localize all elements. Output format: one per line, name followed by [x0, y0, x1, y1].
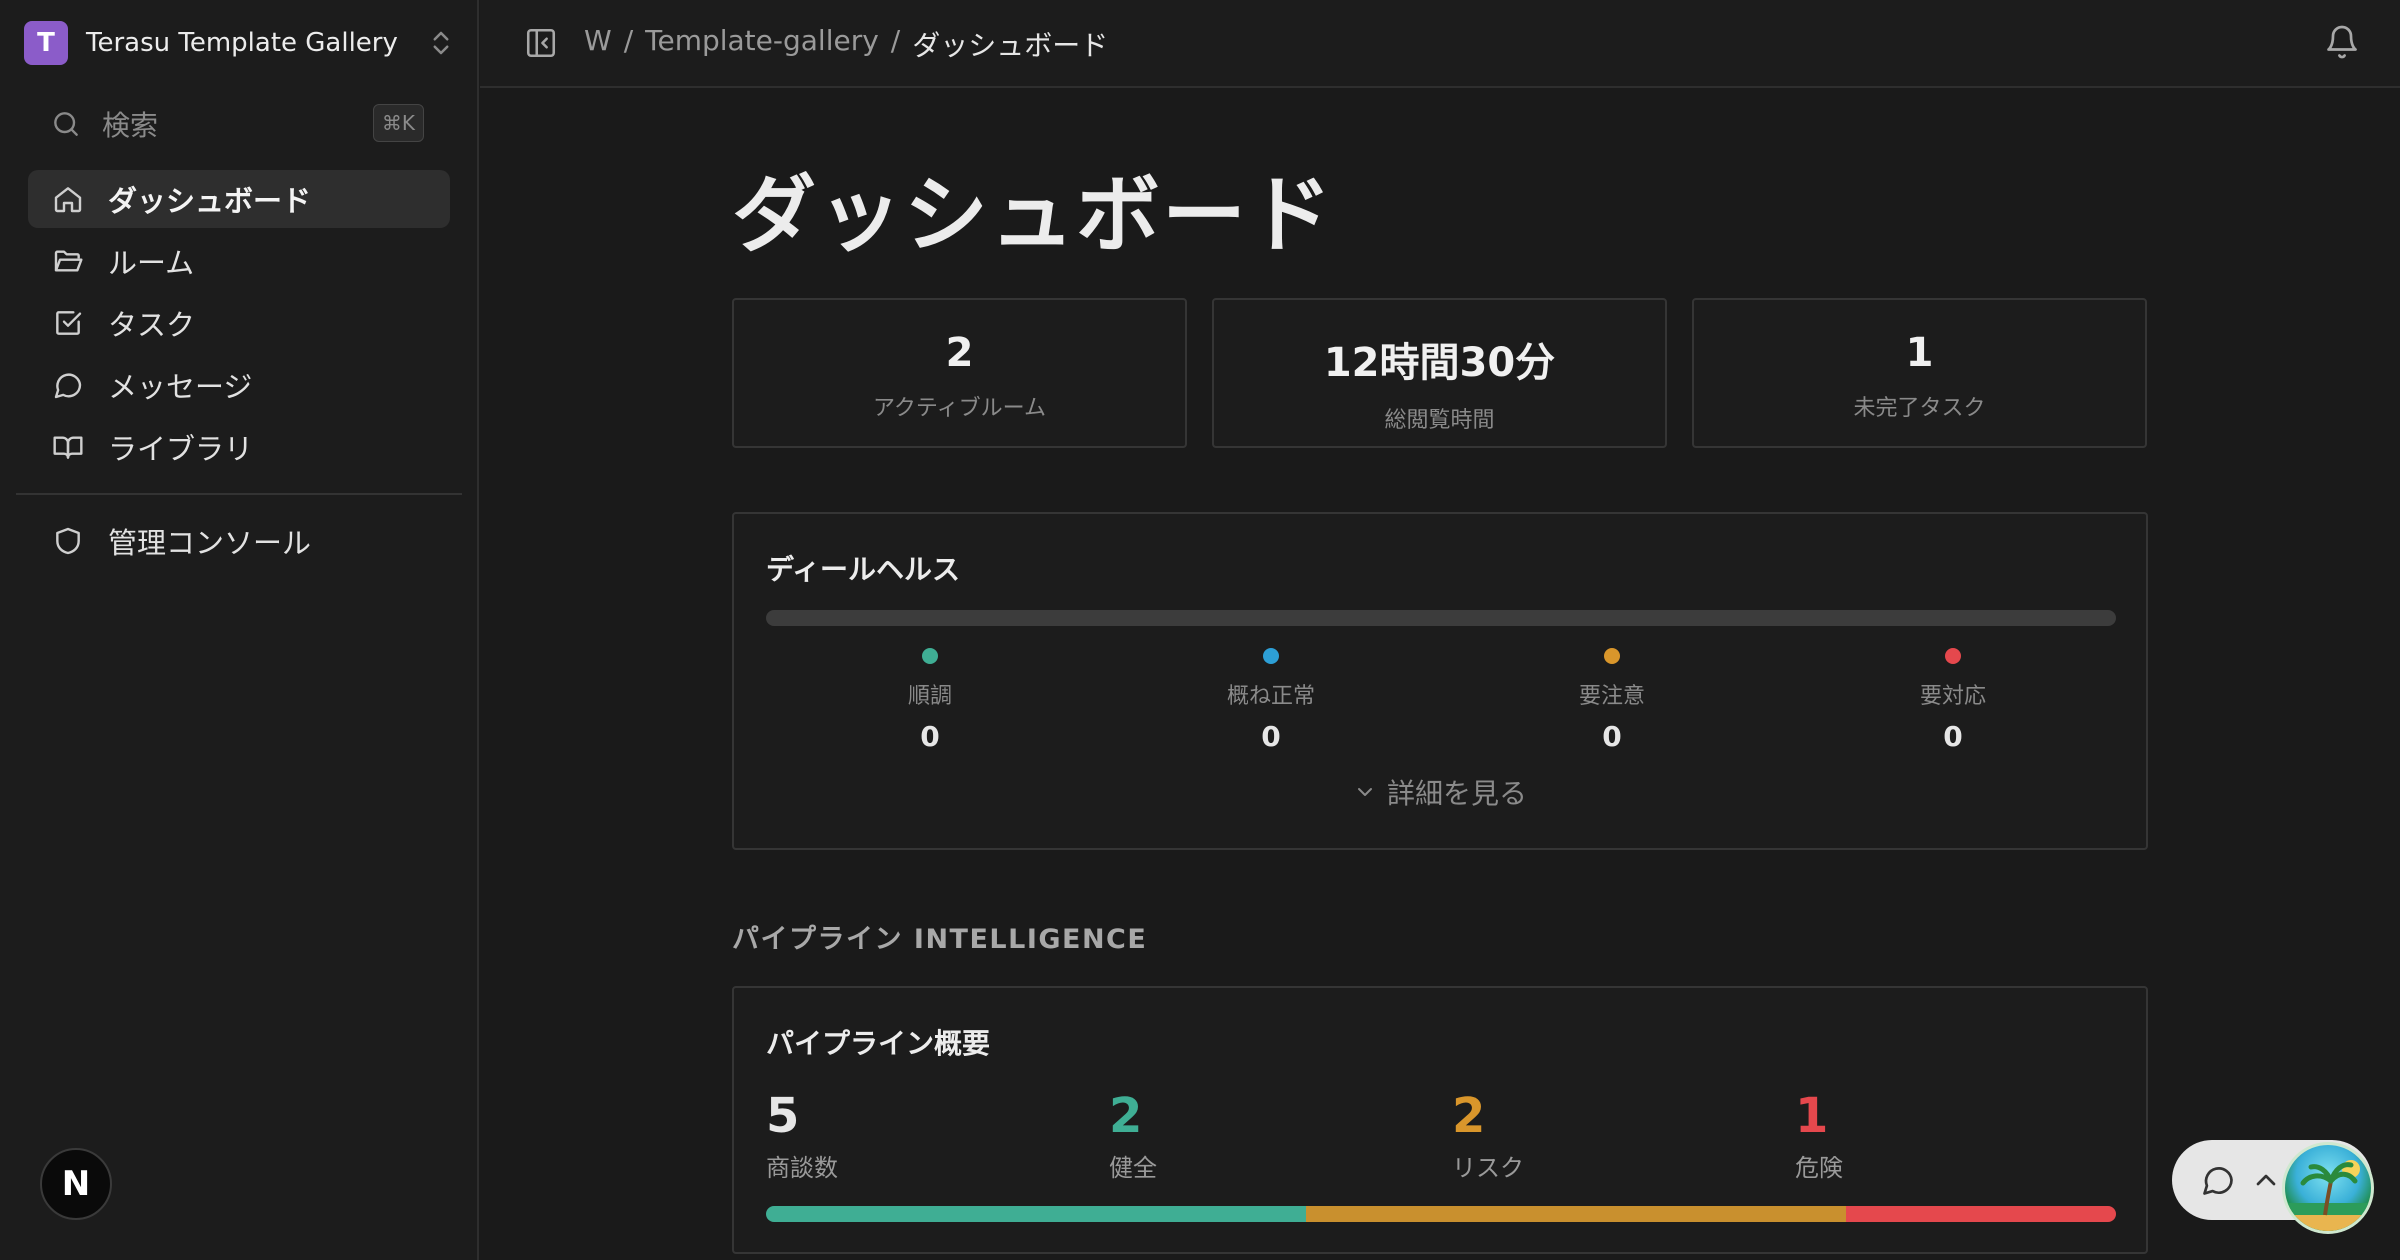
sidebar-item-messages[interactable]: メッセージ [28, 356, 450, 414]
sidebar-item-label: メッセージ [108, 370, 253, 404]
pipeline-overview-card: パイプライン概要 5 商談数 2 健全 2 リスク 1 危険 [732, 986, 2148, 1254]
app: T Terasu Template Gallery 検索 ⌘K ダッシュボード … [0, 0, 2400, 1260]
pipeline-metric-value: 2 [1452, 1088, 1486, 1144]
breadcrumb-project[interactable]: Template-gallery [645, 24, 879, 64]
workspace-name: Terasu Template Gallery [86, 28, 398, 58]
health-item-on-track: 順調 0 [830, 648, 1030, 753]
pipeline-metric-label: 健全 [1109, 1154, 1157, 1182]
health-item-mostly-normal: 概ね正常 0 [1171, 648, 1371, 753]
chevron-up-down-icon [433, 31, 449, 55]
pipeline-overview-title: パイプライン概要 [766, 1027, 991, 1060]
sidebar-item-dashboard[interactable]: ダッシュボード [28, 170, 450, 228]
message-circle-icon [54, 373, 82, 399]
stat-label: 総閲覧時間 [1384, 408, 1495, 433]
page-title: ダッシュボード [732, 166, 1335, 264]
sidebar-item-admin-console[interactable]: 管理コンソール [28, 512, 450, 570]
status-dot [1604, 648, 1620, 664]
pipeline-metric-label: リスク [1452, 1154, 1524, 1182]
sidebar-item-label: 管理コンソール [108, 526, 312, 560]
stat-value: 12時間30分 [1323, 340, 1556, 386]
stat-label: アクティブルーム [873, 396, 1046, 421]
breadcrumb: W / Template-gallery / ダッシュボード [584, 24, 1108, 64]
stat-card-total-view-time: 12時間30分 総閲覧時間 [1212, 298, 1667, 448]
pipeline-bar-segment [766, 1206, 1306, 1222]
pipeline-metric-label: 危険 [1795, 1154, 1843, 1182]
pipeline-metric-label: 商談数 [766, 1154, 838, 1182]
deal-health-bar [766, 610, 2116, 626]
health-value: 0 [1602, 720, 1622, 753]
palm-tree-icon [2285, 1160, 2371, 1231]
sidebar-item-label: ライブラリ [108, 432, 254, 466]
chevron-up-icon [2256, 1174, 2276, 1186]
health-value: 0 [1261, 720, 1281, 753]
shield-icon [56, 527, 80, 555]
sidebar-divider [16, 493, 462, 495]
health-label: 概ね正常 [1226, 684, 1315, 709]
pipeline-metric-risk: 2 リスク [1452, 1088, 1524, 1183]
workspace-avatar: T [24, 21, 68, 65]
sidebar-toggle-icon[interactable] [524, 26, 558, 60]
view-details-button[interactable]: 詳細を見る [734, 772, 2146, 812]
health-value: 0 [920, 720, 940, 753]
user-avatar[interactable]: N [40, 1148, 112, 1220]
pipeline-metric-critical: 1 危険 [1795, 1088, 1843, 1183]
breadcrumb-current: ダッシュボード [912, 29, 1109, 62]
folder-open-icon [54, 250, 83, 272]
breadcrumb-workspace[interactable]: W [584, 24, 612, 64]
search-placeholder: 検索 [102, 109, 159, 142]
sidebar-item-rooms[interactable]: ルーム [28, 232, 450, 290]
status-dot [922, 648, 938, 664]
sidebar-item-label: ダッシュボード [108, 184, 312, 218]
breadcrumb-separator: / [623, 24, 634, 57]
sidebar-item-label: タスク [108, 308, 196, 342]
view-details-label: 詳細を見る [1386, 777, 1527, 810]
deal-health-title: ディールヘルス [766, 553, 961, 586]
search-icon [54, 112, 78, 136]
pipeline-metric-healthy: 2 健全 [1109, 1088, 1157, 1183]
pipeline-bar-segment [1846, 1206, 2116, 1222]
sidebar: T Terasu Template Gallery 検索 ⌘K ダッシュボード … [0, 0, 479, 1260]
sidebar-item-label: ルーム [108, 246, 195, 280]
pipeline-metric-value: 2 [1109, 1088, 1143, 1144]
book-open-icon [53, 436, 83, 459]
pipeline-metric-value: 5 [766, 1088, 800, 1144]
section-title-pipeline: パイプライン INTELLIGENCE [732, 924, 1148, 955]
health-item-caution: 要注意 0 [1512, 648, 1712, 753]
chevron-down-icon [1357, 788, 1372, 796]
stat-label: 未完了タスク [1853, 396, 1986, 421]
health-label: 要注意 [1578, 684, 1645, 709]
stat-card-open-tasks: 1 未完了タスク [1692, 298, 2147, 448]
sidebar-item-tasks[interactable]: タスク [28, 294, 450, 352]
pipeline-bar-segment [1306, 1206, 1846, 1222]
pipeline-distribution-bar [766, 1206, 2116, 1222]
search-input[interactable]: 検索 ⌘K [50, 104, 430, 144]
home-icon [54, 187, 82, 213]
breadcrumb-separator: / [890, 24, 901, 57]
bell-icon[interactable] [2324, 24, 2360, 60]
deal-health-card: ディールヘルス 順調 0 概ね正常 0 要注意 0 要対応 0 詳細を見る [732, 512, 2148, 850]
status-dot [1945, 648, 1961, 664]
workspace-switcher[interactable]: T Terasu Template Gallery [24, 20, 456, 66]
top-header: W / Template-gallery / ダッシュボード [480, 0, 2400, 88]
checkbox-icon [56, 311, 82, 335]
sidebar-item-library[interactable]: ライブラリ [28, 418, 450, 476]
stat-value: 1 [1905, 330, 1934, 376]
stat-value: 2 [945, 330, 974, 376]
assistant-avatar[interactable] [2282, 1142, 2374, 1234]
status-dot [1263, 648, 1279, 664]
health-value: 0 [1943, 720, 1963, 753]
chat-bubble-icon [2203, 1167, 2233, 1195]
search-shortcut-badge: ⌘K [372, 104, 424, 142]
health-label: 要対応 [1919, 684, 1986, 709]
pipeline-metric-deals: 5 商談数 [766, 1088, 838, 1183]
pipeline-metric-value: 1 [1795, 1088, 1829, 1144]
stat-card-active-rooms: 2 アクティブルーム [732, 298, 1187, 448]
health-label: 順調 [907, 684, 952, 709]
health-item-action-required: 要対応 0 [1853, 648, 2053, 753]
